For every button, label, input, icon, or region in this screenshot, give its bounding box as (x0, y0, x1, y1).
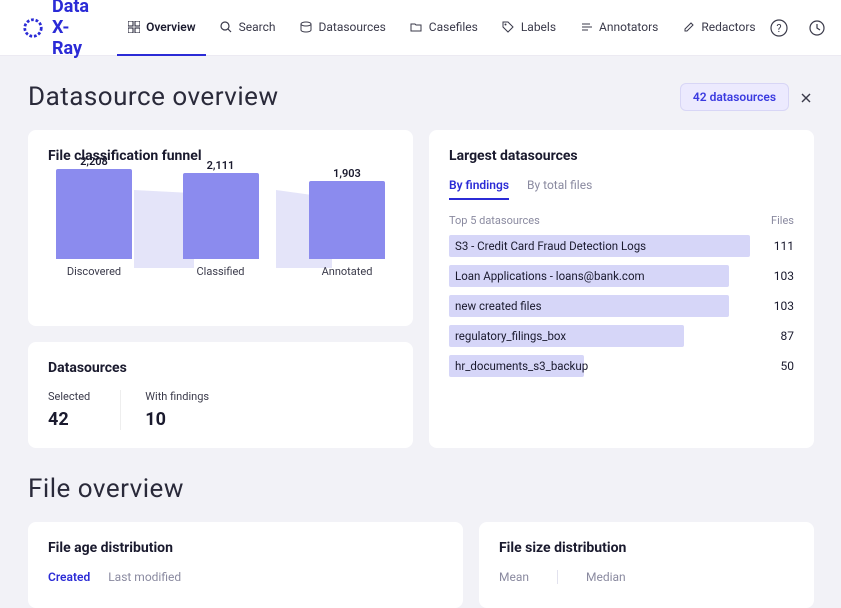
bar (309, 181, 385, 259)
datasource-files: 103 (764, 299, 794, 313)
annotator-icon (580, 20, 593, 33)
separator (557, 570, 558, 584)
funnel-chart: 2,208 Discovered 2,111 Classified (48, 178, 393, 308)
metric-label: With findings (145, 390, 209, 403)
nav-overview[interactable]: Overview (117, 0, 206, 56)
database-icon (299, 20, 312, 33)
topbar-right: ? Emma (766, 15, 841, 41)
funnel-bar-annotated: 1,903 Annotated (307, 181, 387, 278)
tab-last-modified[interactable]: Last modified (108, 570, 181, 590)
section-head-datasource: Datasource overview 42 datasources (28, 82, 813, 112)
nav-casefiles[interactable]: Casefiles (400, 0, 488, 56)
content: Datasource overview 42 datasources File … (0, 56, 841, 608)
bar-category: Classified (197, 265, 245, 278)
nav-annotators[interactable]: Annotators (570, 0, 668, 56)
bar-value: 1,903 (333, 167, 361, 180)
datasource-files: 111 (764, 239, 794, 253)
main-nav: Overview Search Datasources Casefiles La… (117, 0, 766, 56)
nav-label: Labels (521, 20, 556, 34)
grid-icon (127, 20, 140, 33)
datasource-name: hr_documents_s3_backup (455, 355, 588, 377)
page-title: File overview (28, 474, 813, 504)
tab-median[interactable]: Median (586, 570, 626, 590)
bar-category: Discovered (67, 265, 121, 278)
metric-with-findings: With findings 10 (120, 390, 209, 430)
help-icon[interactable]: ? (766, 15, 792, 41)
card-title: File age distribution (48, 540, 443, 556)
datasource-name: S3 - Credit Card Fraud Detection Logs (455, 235, 646, 257)
metric-selected: Selected 42 (48, 390, 90, 430)
datasource-files: 103 (764, 269, 794, 283)
card-largest-datasources: Largest datasources By findings By total… (429, 130, 814, 448)
nav-label: Redactors (701, 20, 755, 34)
search-icon (220, 20, 233, 33)
datasource-row[interactable]: new created files 103 (449, 295, 794, 317)
brand-logo-icon (22, 17, 44, 39)
section-file-overview: File overview File age distribution Crea… (28, 474, 813, 608)
bar-value: 2,111 (207, 159, 235, 172)
close-icon[interactable] (799, 90, 813, 104)
datasource-row[interactable]: Loan Applications - loans@bank.com 103 (449, 265, 794, 287)
largest-tabs: By findings By total files (449, 178, 794, 200)
brand-name: Data X-Ray (52, 0, 89, 59)
filter-chip-row: 42 datasources (680, 83, 813, 111)
tag-icon (502, 20, 515, 33)
card-title: File size distribution (499, 540, 794, 556)
card-file-age-distribution: File age distribution Created Last modif… (28, 522, 463, 608)
datasource-row[interactable]: hr_documents_s3_backup 50 (449, 355, 794, 377)
datasource-files: 50 (764, 359, 794, 373)
tab-mean[interactable]: Mean (499, 570, 529, 590)
metric-value: 42 (48, 409, 90, 430)
datasource-row[interactable]: S3 - Credit Card Fraud Detection Logs 11… (449, 235, 794, 257)
list-header-left: Top 5 datasources (449, 214, 540, 227)
nav-label: Search (239, 20, 276, 34)
folder-icon (410, 20, 423, 33)
nav-label: Overview (146, 20, 196, 34)
metric-value: 10 (145, 409, 209, 430)
funnel-bar-discovered: 2,208 Discovered (54, 169, 134, 278)
nav-label: Casefiles (429, 20, 478, 34)
card-title: Largest datasources (449, 148, 794, 164)
brand[interactable]: Data X-Ray (22, 0, 89, 59)
datasource-name: Loan Applications - loans@bank.com (455, 265, 645, 287)
age-tabs: Created Last modified (48, 570, 443, 590)
metric-label: Selected (48, 390, 90, 403)
bar-value: 2,208 (80, 155, 108, 168)
tab-by-total-files[interactable]: By total files (527, 178, 592, 200)
redactor-icon (682, 20, 695, 33)
card-file-size-distribution: File size distribution Mean Median (479, 522, 814, 608)
nav-redactors[interactable]: Redactors (672, 0, 765, 56)
funnel-bar-classified: 2,111 Classified (181, 173, 261, 278)
datasource-row[interactable]: regulatory_filings_box 87 (449, 325, 794, 347)
nav-label: Datasources (318, 20, 385, 34)
nav-search[interactable]: Search (210, 0, 286, 56)
bar (183, 173, 259, 259)
card-datasources-metrics: Datasources Selected 42 With findings 10 (28, 342, 413, 448)
bar-category: Annotated (322, 265, 373, 278)
tab-by-findings[interactable]: By findings (449, 178, 509, 200)
datasource-files: 87 (764, 329, 794, 343)
list-header-right: Files (771, 214, 794, 227)
cards-grid: File classification funnel 2,208 Discove… (28, 130, 813, 448)
datasource-name: new created files (455, 295, 542, 317)
metrics: Selected 42 With findings 10 (48, 390, 393, 430)
topbar: Data X-Ray Overview Search Datasources C… (0, 0, 841, 56)
size-tabs: Mean Median (499, 570, 794, 590)
nav-labels[interactable]: Labels (492, 0, 566, 56)
bar (56, 169, 132, 259)
card-title: Datasources (48, 360, 393, 376)
nav-datasources[interactable]: Datasources (289, 0, 395, 56)
svg-text:?: ? (776, 22, 781, 35)
card-file-classification-funnel: File classification funnel 2,208 Discove… (28, 130, 413, 326)
tab-created[interactable]: Created (48, 570, 90, 590)
history-icon[interactable] (804, 15, 830, 41)
bottom-grid: File age distribution Created Last modif… (28, 522, 813, 608)
nav-label: Annotators (599, 20, 658, 34)
list-header: Top 5 datasources Files (449, 214, 794, 227)
datasources-count-chip[interactable]: 42 datasources (680, 83, 789, 111)
datasource-name: regulatory_filings_box (455, 325, 566, 347)
page-title: Datasource overview (28, 82, 278, 112)
